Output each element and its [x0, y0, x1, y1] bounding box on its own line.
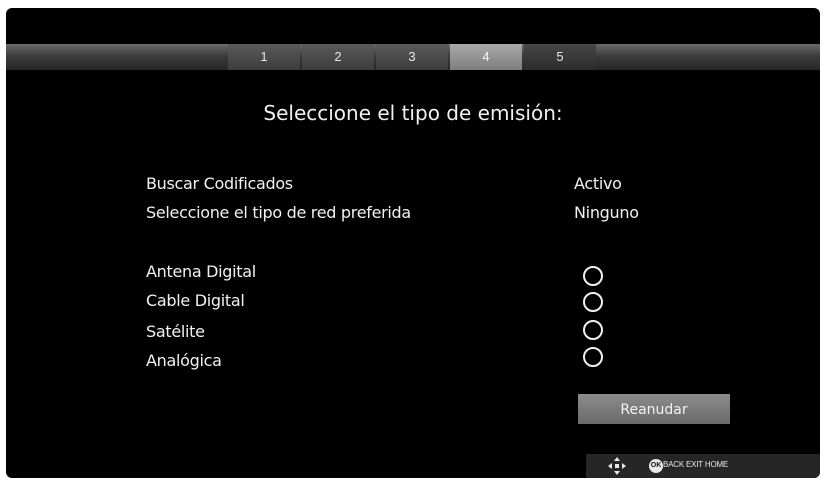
resume-button[interactable]: Reanudar [578, 394, 730, 424]
step-4-active: 4 [450, 44, 522, 70]
setting-label-buscar-codificados[interactable]: Buscar Codificados [146, 174, 293, 193]
radio-antena-digital[interactable] [583, 266, 603, 286]
dpad-arrows-icon [608, 457, 626, 475]
step-2: 2 [302, 44, 374, 70]
option-label-cable-digital[interactable]: Cable Digital [146, 291, 245, 310]
step-5: 5 [524, 44, 596, 70]
setting-value-buscar-codificados[interactable]: Activo [574, 174, 622, 193]
step-3: 3 [376, 44, 448, 70]
remote-hint-bar: OK BACK EXIT HOME [586, 454, 820, 478]
tv-menu-screen: 1 2 3 4 5 Seleccione el tipo de emisión:… [6, 8, 820, 478]
option-label-satelite[interactable]: Satélite [146, 322, 205, 341]
setting-label-tipo-de-red[interactable]: Seleccione el tipo de red preferida [146, 203, 411, 222]
radio-analogica[interactable] [583, 347, 603, 367]
steps-container: 1 2 3 4 5 [228, 44, 598, 70]
ok-button-badge: OK [649, 459, 663, 473]
remote-hint-text: BACK EXIT HOME [663, 460, 729, 469]
page-title: Seleccione el tipo de emisión: [263, 101, 563, 125]
radio-cable-digital[interactable] [583, 292, 603, 312]
option-label-analogica[interactable]: Analógica [146, 351, 222, 370]
option-label-antena-digital[interactable]: Antena Digital [146, 262, 256, 281]
step-progress-bar: 1 2 3 4 5 [6, 44, 820, 70]
radio-satelite[interactable] [583, 320, 603, 340]
step-1: 1 [228, 44, 300, 70]
setting-value-tipo-de-red[interactable]: Ninguno [574, 203, 639, 222]
